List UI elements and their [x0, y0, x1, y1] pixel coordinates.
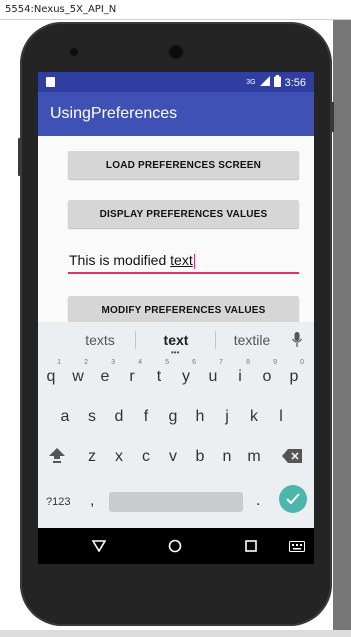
key-z[interactable]: z: [79, 442, 105, 472]
taskbar-strip: [0, 630, 351, 637]
window-side-strip: [333, 20, 351, 632]
key-t[interactable]: t5: [146, 359, 172, 392]
text-input-value: This is modified: [69, 252, 171, 268]
backspace-icon[interactable]: [282, 449, 302, 468]
emulator-window-title: 5554:Nexus_5X_API_N: [0, 0, 351, 20]
key-b[interactable]: b: [187, 442, 213, 472]
modify-preferences-button[interactable]: MODIFY PREFERENCES VALUES: [68, 296, 299, 324]
suggestion-right[interactable]: textile: [224, 322, 280, 358]
key-e[interactable]: e3: [92, 359, 118, 392]
suggestion-left[interactable]: texts: [72, 322, 128, 358]
sd-card-icon: [46, 77, 55, 87]
suggestion-strip: texts text ••• textile: [38, 322, 314, 358]
back-icon[interactable]: [89, 536, 109, 556]
load-preferences-button[interactable]: LOAD PREFERENCES SCREEN: [68, 151, 299, 179]
status-bar: 3G 3:56: [38, 72, 314, 92]
app-title: UsingPreferences: [50, 105, 178, 122]
key-u[interactable]: u7: [200, 359, 226, 392]
shift-icon[interactable]: [48, 446, 66, 469]
power-button[interactable]: [331, 102, 334, 132]
more-suggestions-dots[interactable]: •••: [171, 348, 179, 357]
suggestion-divider: [135, 331, 136, 349]
key-j[interactable]: j: [214, 402, 240, 432]
battery-icon: [273, 75, 281, 90]
suggestion-divider: [215, 331, 216, 349]
key-l[interactable]: l: [268, 402, 294, 432]
text-cursor: [193, 253, 195, 269]
soft-keyboard: texts text ••• textile q1 w2 e3 r4 t5 y6…: [38, 322, 314, 528]
network-type: 3G: [246, 79, 256, 86]
space-bar[interactable]: [109, 492, 243, 512]
recents-icon[interactable]: [241, 536, 261, 556]
signal-icon: [259, 76, 270, 89]
key-w[interactable]: w2: [65, 359, 91, 392]
period-key[interactable]: .: [256, 492, 260, 510]
mic-icon[interactable]: [292, 332, 302, 353]
enter-check-icon[interactable]: [279, 485, 307, 513]
device-screen: 3G 3:56 UsingPreferences LOAD PREFERENCE…: [38, 72, 314, 564]
comma-key[interactable]: ,: [90, 492, 94, 510]
key-x[interactable]: x: [106, 442, 132, 472]
clock: 3:56: [284, 76, 306, 89]
key-c[interactable]: c: [133, 442, 159, 472]
display-preferences-button[interactable]: DISPLAY PREFERENCES VALUES: [68, 200, 299, 228]
proximity-sensor: [70, 48, 78, 56]
key-y[interactable]: y6: [173, 359, 199, 392]
keyboard-icon[interactable]: [287, 536, 307, 556]
key-k[interactable]: k: [241, 402, 267, 432]
key-i[interactable]: i8: [227, 359, 253, 392]
text-input-composing-word: text: [170, 252, 193, 268]
key-n[interactable]: n: [214, 442, 240, 472]
key-g[interactable]: g: [160, 402, 186, 432]
key-f[interactable]: f: [133, 402, 159, 432]
navigation-bar: [38, 528, 314, 564]
home-icon[interactable]: [165, 536, 185, 556]
text-input[interactable]: This is modified text: [68, 248, 299, 274]
key-o[interactable]: o9: [254, 359, 280, 392]
key-r[interactable]: r4: [119, 359, 145, 392]
symbols-key[interactable]: ?123: [46, 496, 70, 508]
key-s[interactable]: s: [79, 402, 105, 432]
front-camera: [170, 46, 182, 58]
volume-button[interactable]: [18, 138, 21, 176]
key-p[interactable]: p0: [281, 359, 307, 392]
key-m[interactable]: m: [241, 442, 267, 472]
app-bar: UsingPreferences: [38, 92, 314, 136]
key-a[interactable]: a: [52, 402, 78, 432]
key-h[interactable]: h: [187, 402, 213, 432]
key-v[interactable]: v: [160, 442, 186, 472]
key-d[interactable]: d: [106, 402, 132, 432]
key-q[interactable]: q1: [38, 359, 64, 392]
